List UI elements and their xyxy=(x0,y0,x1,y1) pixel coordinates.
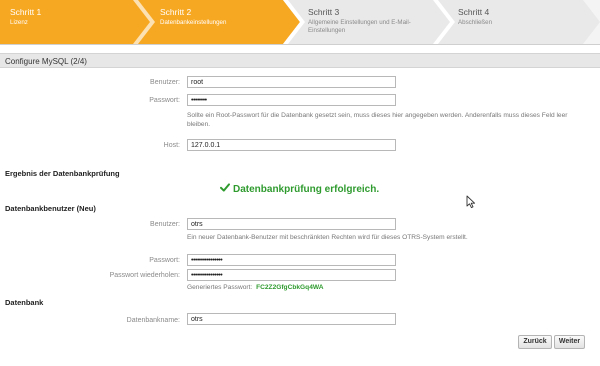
new-user-label: Benutzer: xyxy=(150,221,180,228)
db-user-label: Benutzer: xyxy=(150,79,180,86)
database-heading: Datenbank xyxy=(5,298,44,307)
generated-password-label: Generiertes Passwort: xyxy=(187,284,253,291)
check-result-text: Datenbankprüfung erfolgreich. xyxy=(233,184,380,195)
host-label: Host: xyxy=(163,142,180,149)
new-password-input[interactable]: •••••••••••••••• xyxy=(187,254,396,266)
db-password-hint: Sollte ein Root-Passwort für die Datenba… xyxy=(187,112,568,128)
host-input[interactable]: 127.0.0.1 xyxy=(187,139,396,151)
db-password-input[interactable]: •••••••• xyxy=(187,94,396,106)
database-name-input[interactable]: otrs xyxy=(187,313,396,325)
wizard-steps: Schritt 1 Lizenz Schritt 2 Datenbankeins… xyxy=(0,0,600,44)
new-user-hint: Ein neuer Datenbank-Benutzer mit beschrä… xyxy=(187,234,468,241)
back-button[interactable]: Zurück xyxy=(518,335,552,349)
section-title: Configure MySQL (2/4) xyxy=(0,53,600,68)
mouse-cursor-icon xyxy=(466,195,476,209)
steps-divider xyxy=(0,44,600,45)
check-heading: Ergebnis der Datenbankprüfung xyxy=(5,169,120,178)
db-user-input[interactable]: root xyxy=(187,76,396,88)
new-user-input[interactable]: otrs xyxy=(187,218,396,230)
database-name-label: Datenbankname: xyxy=(126,317,180,324)
generated-password: Generiertes Passwort: FC2Z2GfgCbkGq4WA xyxy=(187,284,323,291)
step-chevrons xyxy=(133,0,600,44)
repeat-password-label: Passwort wiederholen: xyxy=(109,272,180,279)
repeat-password-input[interactable]: •••••••••••••••• xyxy=(187,269,396,281)
check-result: Datenbankprüfung erfolgreich. xyxy=(220,183,379,195)
new-user-heading: Datenbankbenutzer (Neu) xyxy=(5,204,96,213)
next-button[interactable]: Weiter xyxy=(554,335,585,349)
generated-password-value: FC2Z2GfgCbkGq4WA xyxy=(256,284,324,291)
db-password-label: Passwort: xyxy=(149,97,180,104)
new-password-label: Passwort: xyxy=(149,257,180,264)
checkmark-icon xyxy=(220,183,230,195)
